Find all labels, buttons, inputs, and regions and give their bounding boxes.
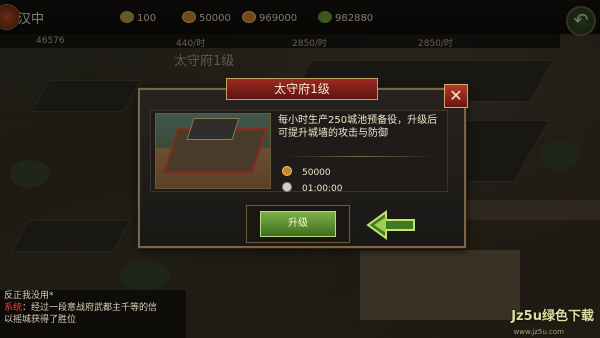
arrow-pointer-icon bbox=[366, 210, 415, 240]
cost-time: 01:00:00 bbox=[282, 182, 342, 194]
building-roof bbox=[186, 118, 240, 140]
chat-line: 系统：经过一段意战府武都主千等的信 bbox=[4, 303, 158, 313]
building-image bbox=[155, 113, 271, 189]
chat-line: 以摇城获得了胜位 bbox=[4, 315, 77, 325]
watermark-logo: Jz5u绿色下载 bbox=[511, 309, 594, 324]
coin-icon bbox=[282, 166, 292, 176]
dialog-title: 太守府1级 bbox=[226, 78, 378, 100]
close-button[interactable]: ✕ bbox=[444, 84, 468, 108]
chat-panel[interactable]: 反正我没用* 系统：经过一段意战府武都主千等的信 以摇城获得了胜位 bbox=[0, 290, 186, 338]
watermark-url: www.jz5u.com bbox=[513, 328, 564, 336]
chat-line: 反正我没用* bbox=[4, 291, 54, 301]
building-description: 每小时生产250城池预备役，升级后可提升城墙的攻击与防御 bbox=[278, 115, 438, 139]
clock-icon bbox=[282, 182, 292, 192]
cost-coins: 50000 bbox=[282, 166, 331, 178]
upgrade-button[interactable]: 升级 bbox=[260, 211, 336, 237]
divider bbox=[284, 156, 438, 157]
